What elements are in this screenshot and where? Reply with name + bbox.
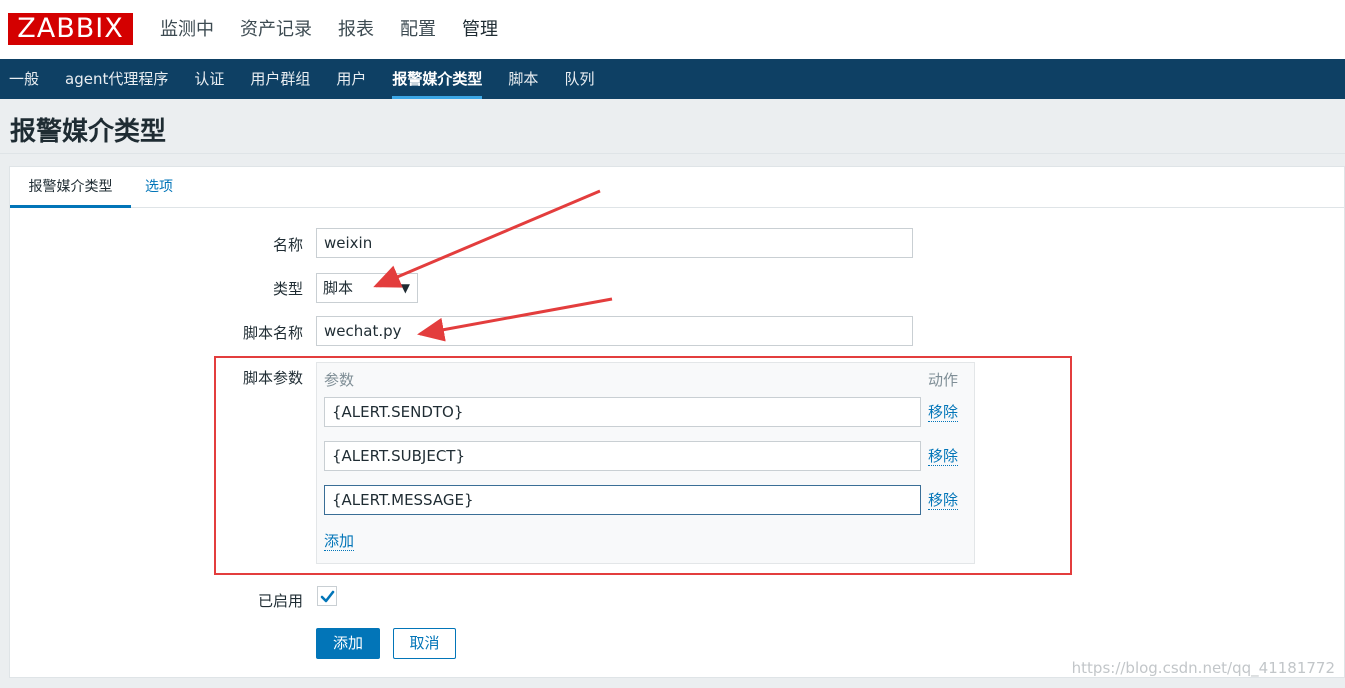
script-name-label: 脚本名称 bbox=[242, 324, 303, 342]
param-input-message[interactable]: {ALERT.MESSAGE} bbox=[324, 485, 921, 515]
subnav-scripts[interactable]: 脚本 bbox=[508, 59, 538, 99]
add-button[interactable]: 添加 bbox=[316, 628, 380, 659]
name-label: 名称 bbox=[272, 236, 303, 254]
type-select[interactable]: 脚本 ▼ bbox=[316, 273, 418, 303]
tab-media-type[interactable]: 报警媒介类型 bbox=[10, 167, 131, 208]
name-input[interactable]: weixin bbox=[316, 228, 913, 258]
param-input-sendto[interactable]: {ALERT.SENDTO} bbox=[324, 397, 921, 427]
subnav-general[interactable]: 一般 bbox=[9, 59, 39, 99]
script-params-table: 参数 动作 {ALERT.SENDTO} 移除 {ALERT.SUBJECT} … bbox=[316, 362, 975, 564]
sub-nav: 一般 agent代理程序 认证 用户群组 用户 报警媒介类型 脚本 队列 bbox=[0, 59, 1345, 99]
dropdown-arrow-icon: ▼ bbox=[400, 281, 410, 295]
param-input-subject[interactable]: {ALERT.SUBJECT} bbox=[324, 441, 921, 471]
remove-param-subject[interactable]: 移除 bbox=[928, 448, 959, 466]
nav-inventory[interactable]: 资产记录 bbox=[240, 0, 312, 59]
remove-param-message[interactable]: 移除 bbox=[928, 492, 959, 510]
action-column-header: 动作 bbox=[928, 371, 959, 389]
cancel-button[interactable]: 取消 bbox=[393, 628, 456, 659]
checkmark-icon bbox=[320, 590, 335, 603]
subnav-media-types[interactable]: 报警媒介类型 bbox=[392, 59, 483, 99]
title-divider bbox=[0, 153, 1345, 154]
subnav-user-groups[interactable]: 用户群组 bbox=[250, 59, 310, 99]
nav-reports[interactable]: 报表 bbox=[338, 0, 374, 59]
subnav-queue[interactable]: 队列 bbox=[564, 59, 594, 99]
add-param-link[interactable]: 添加 bbox=[324, 533, 355, 551]
main-nav: 监测中 资产记录 报表 配置 管理 bbox=[160, 0, 524, 59]
subnav-authentication[interactable]: 认证 bbox=[194, 59, 224, 99]
params-column-header: 参数 bbox=[324, 371, 355, 389]
page-title: 报警媒介类型 bbox=[10, 117, 167, 147]
script-name-input[interactable]: wechat.py bbox=[316, 316, 913, 346]
form-panel: 报警媒介类型 选项 名称 weixin 类型 脚本 ▼ 脚本名称 wechat.… bbox=[9, 166, 1345, 678]
script-params-label: 脚本参数 bbox=[242, 369, 303, 387]
nav-monitoring[interactable]: 监测中 bbox=[160, 0, 214, 59]
nav-administration[interactable]: 管理 bbox=[462, 0, 498, 59]
subnav-proxies[interactable]: agent代理程序 bbox=[65, 59, 168, 99]
subnav-users[interactable]: 用户 bbox=[336, 59, 366, 99]
tab-options[interactable]: 选项 bbox=[145, 167, 173, 208]
zabbix-logo[interactable]: ZABBIX bbox=[8, 13, 133, 45]
type-label: 类型 bbox=[272, 280, 303, 298]
enabled-label: 已启用 bbox=[257, 592, 303, 610]
remove-param-sendto[interactable]: 移除 bbox=[928, 404, 959, 422]
nav-configuration[interactable]: 配置 bbox=[400, 0, 436, 59]
top-bar: ZABBIX 监测中 资产记录 报表 配置 管理 bbox=[0, 0, 1345, 59]
watermark: https://blog.csdn.net/qq_41181772 bbox=[1071, 659, 1335, 677]
type-select-value: 脚本 bbox=[323, 279, 354, 297]
tab-bar: 报警媒介类型 选项 bbox=[10, 167, 1345, 208]
enabled-checkbox[interactable] bbox=[317, 586, 337, 606]
